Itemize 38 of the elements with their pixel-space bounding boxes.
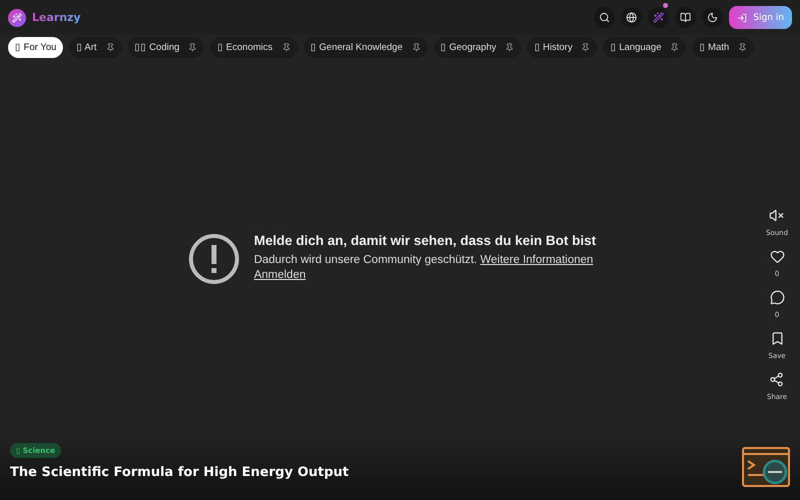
notice-title: Melde dich an, damit wir sehen, dass du kein Bot bist [254, 233, 596, 248]
sign-in-icon [737, 12, 748, 22]
book-icon [680, 12, 692, 23]
bookmark-icon [770, 331, 784, 346]
logo-text: Learnzy [32, 11, 81, 24]
globe-button[interactable] [621, 7, 642, 28]
category-tab[interactable]: ▯ Language [603, 36, 686, 58]
save-button[interactable] [770, 331, 784, 346]
globe-icon [626, 12, 638, 23]
moon-icon [707, 12, 718, 23]
category-tab[interactable]: ▯ Geography [434, 36, 522, 58]
sign-in-link[interactable]: Anmelden [254, 269, 306, 281]
category-tab[interactable]: ▯ History [527, 36, 598, 58]
share-button[interactable] [769, 372, 784, 387]
warning-icon [188, 233, 240, 285]
category-tab[interactable]: ▯ Math [692, 36, 754, 58]
category-tab[interactable]: ▯ Economics [210, 36, 298, 58]
comment-button[interactable] [770, 290, 784, 305]
magic-wand-icon [653, 12, 664, 23]
share-icon [769, 372, 784, 387]
theme-button[interactable] [702, 7, 724, 28]
muted-speaker-icon [769, 208, 784, 223]
video-title: The Scientific Formula for High Energy Output [10, 465, 349, 480]
like-button[interactable] [770, 249, 784, 264]
search-button[interactable] [594, 7, 616, 28]
sound-button[interactable] [769, 208, 784, 223]
more-info-link[interactable]: Weitere Informationen [480, 254, 594, 266]
category-tab[interactable]: ▯ General Knowledge [304, 36, 428, 58]
category-tab[interactable]: ▯ Art [69, 36, 122, 58]
category-tab[interactable]: ▯ For You [8, 36, 64, 58]
heart-icon [770, 249, 784, 264]
logo-icon [8, 8, 26, 26]
category-tab[interactable]: ▯▯ Coding [128, 36, 204, 58]
terminal-search-drawing [742, 447, 790, 487]
book-button[interactable] [675, 7, 696, 28]
search-icon [599, 12, 610, 23]
notice-text: Dadurch wird unsere Community geschützt. Weitere Informationen Anmelden [254, 253, 594, 283]
speech-bubble-icon [770, 290, 784, 305]
